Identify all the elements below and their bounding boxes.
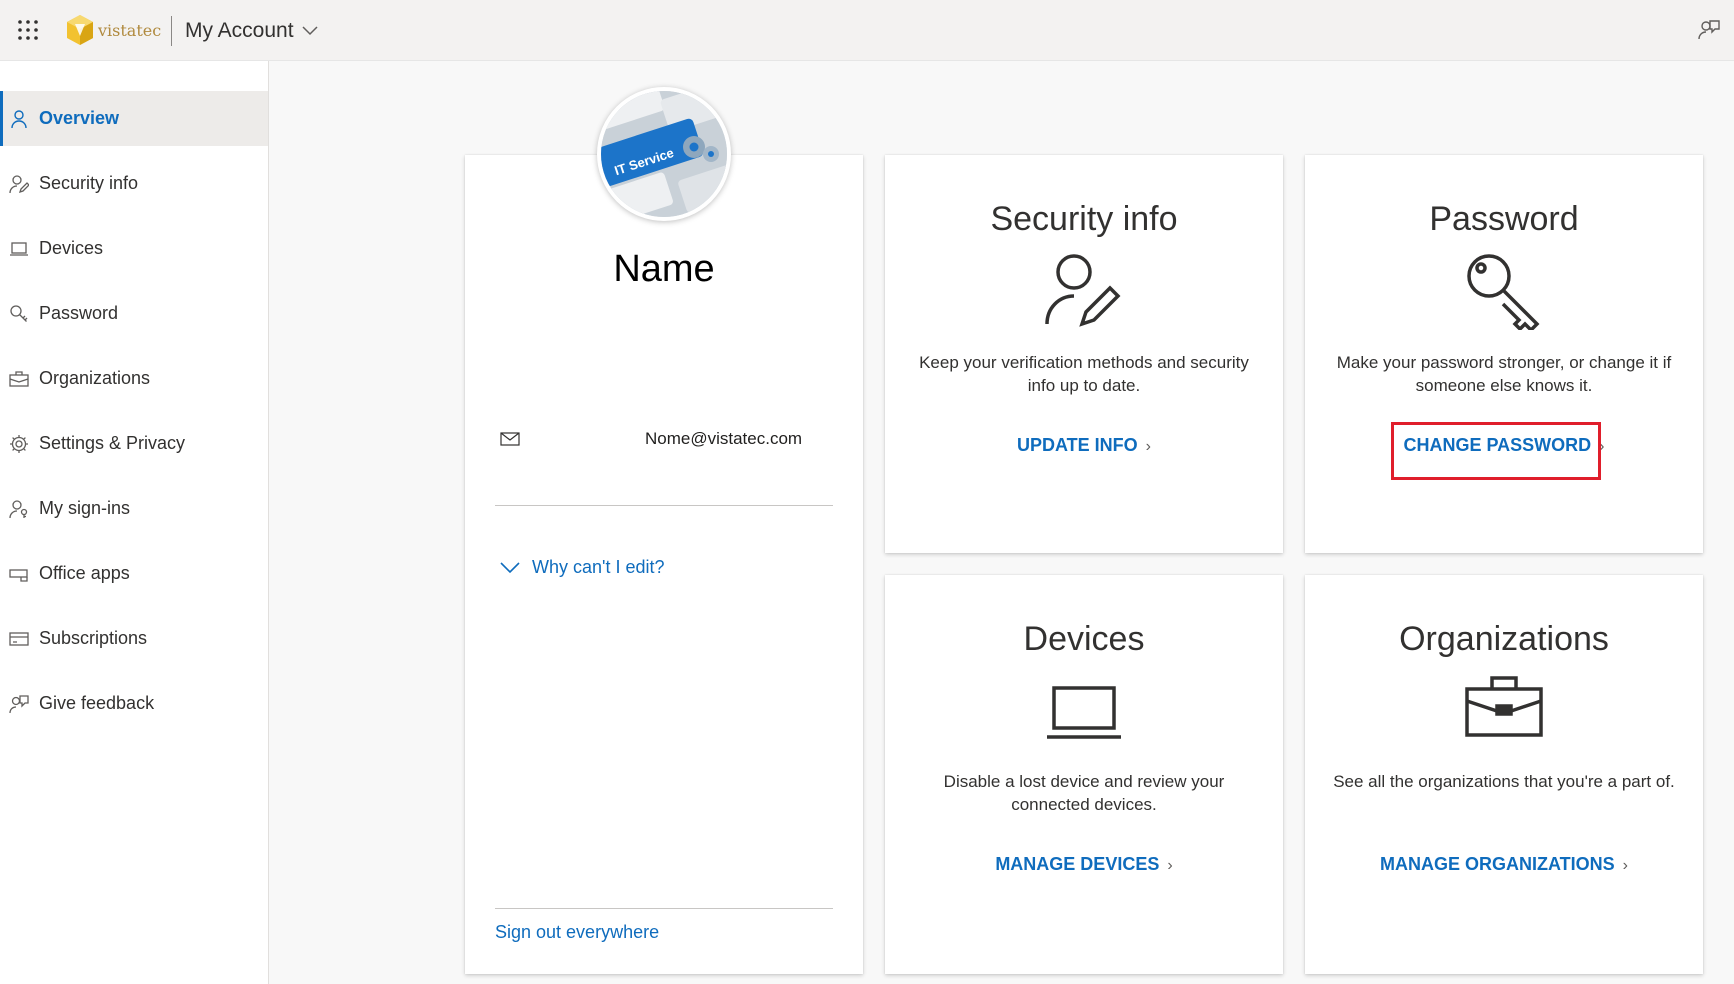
chevron-right-icon: › [1167, 857, 1173, 874]
account-menu[interactable]: My Account [185, 19, 318, 43]
feedback-icon[interactable] [1697, 18, 1721, 42]
sidebar-item-password[interactable]: Password [0, 286, 268, 341]
link-label: UPDATE INFO [1017, 435, 1138, 455]
header-divider [171, 16, 172, 46]
card-description: Keep your verification methods and secur… [919, 353, 1249, 395]
sidebar-item-subscriptions[interactable]: Subscriptions [0, 611, 268, 666]
apps-icon [8, 563, 30, 585]
sidebar-item-devices[interactable]: Devices [0, 221, 268, 276]
sign-out-everywhere-link[interactable]: Sign out everywhere [495, 922, 659, 943]
sidebar-item-label: Office apps [39, 563, 130, 583]
person-edit-icon [8, 173, 30, 195]
card-title: Security info [990, 200, 1178, 238]
sidebar-item-my-sign-ins[interactable]: My sign-ins [0, 481, 268, 536]
sidebar-item-label: Devices [39, 238, 104, 258]
email-row: Nome@vistatec.com [500, 427, 840, 451]
card-description: See all the organizations that you're a … [1333, 772, 1675, 791]
briefcase-icon [8, 368, 30, 390]
chevron-down-icon [302, 26, 318, 36]
security-info-card: Security info Keep your verification met… [885, 155, 1283, 553]
sidebar-item-label: Subscriptions [39, 628, 148, 648]
why-edit-label: Why can't I edit? [532, 557, 665, 577]
laptop-icon [1047, 686, 1121, 739]
briefcase-icon [1465, 676, 1543, 737]
key-icon [1467, 254, 1540, 330]
mail-icon [500, 432, 520, 446]
sidebar-item-label: Overview [39, 108, 120, 128]
sidebar-item-label: Settings & Privacy [39, 433, 186, 453]
sidebar-item-label: My sign-ins [39, 498, 131, 518]
laptop-icon [8, 238, 30, 260]
top-bar: vistatec My Account [0, 0, 1734, 61]
person-key-icon [8, 498, 30, 520]
profile-card: Name Nome@vistatec.com Why can't I edit?… [465, 155, 863, 974]
divider [495, 505, 833, 506]
card-title: Devices [1023, 620, 1145, 658]
card-title: Organizations [1399, 620, 1609, 658]
key-icon [8, 303, 30, 325]
card-description: Make your password stronger, or change i… [1336, 353, 1672, 395]
person-icon [8, 108, 30, 130]
update-info-link[interactable]: UPDATE INFO › [885, 435, 1283, 456]
sidebar-item-label: Security info [39, 173, 139, 193]
app-launcher-icon[interactable] [16, 18, 40, 42]
app-title: My Account [185, 19, 294, 42]
sidebar-item-label: Organizations [39, 368, 151, 388]
chevron-right-icon: › [1145, 438, 1151, 455]
manage-devices-link[interactable]: MANAGE DEVICES › [885, 854, 1283, 875]
why-cant-i-edit-link[interactable]: Why can't I edit? [500, 557, 665, 578]
highlight-box [1391, 422, 1601, 480]
link-label: MANAGE DEVICES [995, 854, 1160, 874]
sidebar-item-label: Give feedback [39, 693, 155, 713]
sidebar-item-office-apps[interactable]: Office apps [0, 546, 268, 601]
logo-icon [67, 15, 93, 45]
password-card: Password Make your password stronger, or… [1305, 155, 1703, 553]
card-icon [8, 628, 30, 650]
sidebar-item-label: Password [39, 303, 119, 323]
email-text: Nome@vistatec.com [645, 429, 803, 448]
sidebar-item-settings-privacy[interactable]: Settings & Privacy [0, 416, 268, 471]
card-description: Disable a lost device and review your co… [943, 772, 1225, 814]
logo-text: vistatec [98, 20, 162, 40]
feedback-icon [8, 693, 30, 715]
chevron-down-icon [500, 561, 520, 573]
sidebar-item-organizations[interactable]: Organizations [0, 351, 268, 406]
sidebar-item-security-info[interactable]: Security info [0, 156, 268, 211]
profile-name: Name [613, 248, 715, 290]
sidebar-item-overview[interactable]: Overview [0, 91, 268, 146]
gear-icon [8, 433, 30, 455]
person-edit-icon [1045, 254, 1121, 327]
card-title: Password [1429, 200, 1579, 238]
sidebar: Overview Security info Devices Password … [0, 61, 269, 984]
avatar[interactable]: IT Service [597, 87, 731, 221]
manage-organizations-link[interactable]: MANAGE ORGANIZATIONS › [1305, 854, 1703, 875]
chevron-right-icon: › [1622, 857, 1628, 874]
divider [495, 908, 833, 909]
link-label: MANAGE ORGANIZATIONS [1380, 854, 1615, 874]
organizations-card: Organizations See all the organizations … [1305, 575, 1703, 974]
sidebar-item-give-feedback[interactable]: Give feedback [0, 676, 268, 731]
devices-card: Devices Disable a lost device and review… [885, 575, 1283, 974]
company-logo[interactable]: vistatec [66, 14, 161, 46]
